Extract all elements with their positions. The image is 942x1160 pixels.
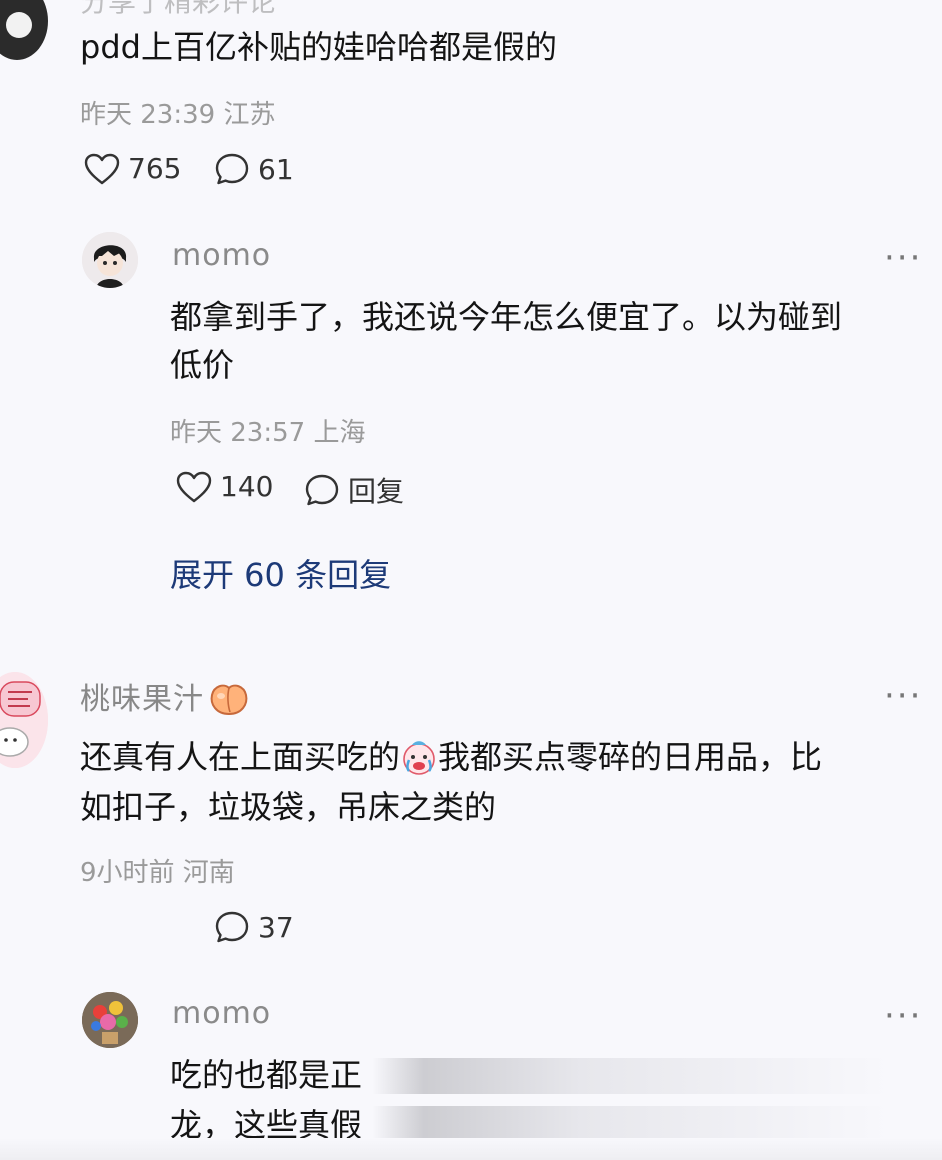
redaction-blur-line1 <box>372 1058 892 1094</box>
avatar-reply1[interactable] <box>82 232 138 288</box>
heart-icon <box>84 153 120 184</box>
comment2-reply-button[interactable]: 37 <box>214 910 294 944</box>
comment2-text-part-b: 我都买点零碎的日用品，比 <box>438 738 823 776</box>
comment2-meta: 9小时前 河南 <box>80 858 235 888</box>
comment2-more-button[interactable]: ··· <box>884 679 922 713</box>
reply1-author-name[interactable]: momo <box>172 238 271 273</box>
comment2-author[interactable]: 桃味果汁 <box>80 674 250 718</box>
comment2-text-part-a: 还真有人在上面买吃的 <box>80 738 401 776</box>
crying-face-emoji-icon <box>403 741 435 775</box>
reply2-more-button[interactable]: ··· <box>884 999 922 1033</box>
reply1-more-button[interactable]: ··· <box>884 241 922 275</box>
comment1-header-cut: 分享了精彩评论 <box>80 0 277 18</box>
comment1-like-button[interactable]: 765 <box>84 152 181 185</box>
reply1-like-button[interactable]: 140 <box>176 470 273 503</box>
comment1-like-count: 765 <box>128 152 182 185</box>
avatar-face-icon <box>6 12 32 38</box>
avatar-sticker-icon <box>0 672 48 768</box>
reply1-reply-label: 回复 <box>348 475 405 508</box>
avatar-reply2[interactable] <box>82 992 138 1048</box>
comment1-reply-button[interactable]: 61 <box>214 152 294 186</box>
reply1-like-count: 140 <box>220 470 274 503</box>
avatar-comment2[interactable] <box>0 672 48 768</box>
bottom-divider <box>0 1138 942 1160</box>
reply1-text-line2: 低价 <box>170 346 235 384</box>
comment1-meta: 昨天 23:39 江苏 <box>80 100 276 130</box>
expand-replies-link[interactable]: 展开 60 条回复 <box>170 550 391 596</box>
comment-bubble-icon <box>305 474 339 506</box>
reply1-reply-button[interactable]: 回复 <box>304 470 404 510</box>
reply1-meta: 昨天 23:57 上海 <box>170 418 366 448</box>
comment1-text: pdd上百亿补贴的娃哈哈都是假的 <box>80 28 557 66</box>
peach-emoji-icon <box>210 684 248 716</box>
avatar-boy-icon <box>82 232 138 288</box>
comment2-text-line2: 如扣子，垃圾袋，吊床之类的 <box>80 788 497 826</box>
redaction-blur-line2 <box>372 1106 892 1142</box>
comment2-reply-count: 37 <box>258 910 294 944</box>
comment1-reply-count: 61 <box>258 152 294 186</box>
comment2-author-name: 桃味果汁 <box>80 682 204 717</box>
reply2-text-line1: 吃的也都是正 <box>170 1056 363 1094</box>
avatar-flowers-icon <box>82 992 138 1048</box>
comment-bubble-icon <box>215 153 249 185</box>
reply2-author-name[interactable]: momo <box>172 996 271 1031</box>
reply1-text-line1: 都拿到手了，我还说今年怎么便宜了。以为碰到 <box>170 298 843 336</box>
avatar-comment1[interactable] <box>0 0 48 60</box>
comment-bubble-icon <box>215 911 249 943</box>
comment2-text-line1: 还真有人在上面买吃的 我都买点零碎的日用品，比 <box>80 734 822 780</box>
heart-icon <box>176 471 212 502</box>
